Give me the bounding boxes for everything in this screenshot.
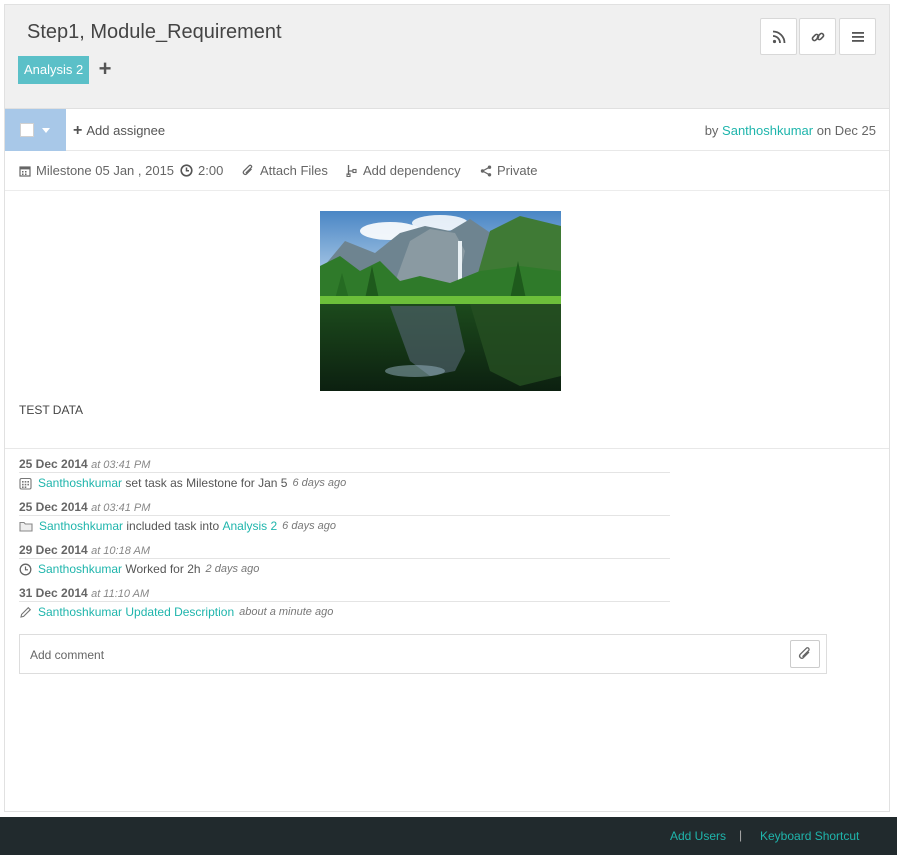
task-title: Step1, Module_Requirement [27,21,282,43]
activity-user-link[interactable]: Santhoshkumar [38,605,122,619]
link-button[interactable] [799,18,836,55]
author-byline: by Santhoshkumar on Dec 25 [705,123,876,138]
clock-icon [19,563,32,575]
activity-date: 25 Dec 2014 at 03:41 PM [19,457,151,471]
footer-bar: Add Users | Keyboard Shortcut [0,817,897,855]
activity-text: included task into [126,519,220,533]
task-meta-row: Milestone 05 Jan , 2015 2:00 Attach File… [5,151,889,191]
time-label: 2:00 [198,163,224,178]
plus-icon: + [73,122,83,139]
calendar-icon [19,477,32,490]
rss-icon [772,30,785,43]
attach-files-button[interactable]: Attach Files [241,163,328,178]
activity-text: set task as Milestone for Jan 5 [125,476,288,490]
divider [19,558,670,559]
activity-target-link[interactable]: Updated Description [125,605,234,619]
menu-icon [851,31,864,42]
select-dropdown[interactable] [5,109,66,151]
activity-date: 29 Dec 2014 at 10:18 AM [19,543,150,557]
activity-ago: 2 days ago [205,563,260,575]
share-icon [480,165,492,176]
activity-ago: 6 days ago [282,520,336,532]
calendar-icon [19,165,31,177]
divider [19,472,670,473]
add-assignee-label: Add assignee [86,123,166,138]
divider [19,515,670,516]
time-button[interactable]: 2:00 [180,163,223,178]
tag-analysis[interactable]: Analysis 2 [18,56,90,84]
activity-item: Santhoshkumar set task as Milestone for … [19,476,346,490]
comment-attach-button[interactable] [790,640,820,668]
activity-user-link[interactable]: Santhoshkumar [39,519,123,533]
dependency-icon [346,165,357,177]
divider [19,601,670,602]
activity-user-link[interactable]: Santhoshkumar [38,476,122,490]
chevron-down-icon [42,128,50,133]
milestone-label: Milestone 05 Jan , 2015 [36,163,175,178]
add-tag-button[interactable]: + [95,57,115,81]
link-icon [811,32,824,41]
activity-ago: 6 days ago [292,477,347,489]
by-label: by [704,123,719,138]
rss-button[interactable] [760,18,797,55]
activity-user-link[interactable]: Santhoshkumar [38,562,122,576]
activity-item: Santhoshkumar Updated Description about … [19,605,333,619]
activity-ago: about a minute ago [239,606,334,618]
footer-separator: | [739,828,743,842]
author-link[interactable]: Santhoshkumar [722,123,813,138]
privacy-label: Private [497,163,538,178]
task-description: TEST DATA [19,403,84,417]
task-checkbox[interactable] [20,123,34,137]
activity-item: Santhoshkumar Worked for 2h 2 days ago [19,562,259,576]
task-panel: Step1, Module_Requirement Analysis 2 + +… [4,4,890,812]
keyboard-shortcut-link[interactable]: Keyboard Shortcut [760,829,859,843]
activity-target-link[interactable]: Analysis 2 [222,519,277,533]
activity-date: 25 Dec 2014 at 03:41 PM [19,500,151,514]
divider [5,448,889,449]
task-header: Step1, Module_Requirement Analysis 2 + [5,5,889,109]
attach-files-label: Attach Files [260,163,328,178]
activity-item: Santhoshkumar included task into Analysi… [19,519,336,533]
activity-text: Worked for 2h [125,562,201,576]
add-users-link[interactable]: Add Users [670,829,726,843]
milestone-button[interactable]: Milestone 05 Jan , 2015 [19,163,174,178]
activity-date: 31 Dec 2014 at 11:10 AM [19,586,150,600]
paperclip-icon [242,164,253,175]
add-dependency-label: Add dependency [363,163,461,178]
paperclip-icon [798,647,810,659]
created-date: on Dec 25 [816,123,876,138]
add-dependency-button[interactable]: Add dependency [346,163,461,178]
description-image [320,211,561,391]
add-assignee-button[interactable]: + Add assignee [73,122,165,140]
pencil-icon [20,606,32,618]
assignee-row: + Add assignee by Santhoshkumar on Dec 25 [5,109,889,151]
clock-icon [180,164,193,177]
menu-button[interactable] [839,18,876,55]
comment-input[interactable] [30,645,770,665]
folder-icon [19,521,33,532]
comment-box [19,634,827,674]
privacy-button[interactable]: Private [480,163,537,178]
